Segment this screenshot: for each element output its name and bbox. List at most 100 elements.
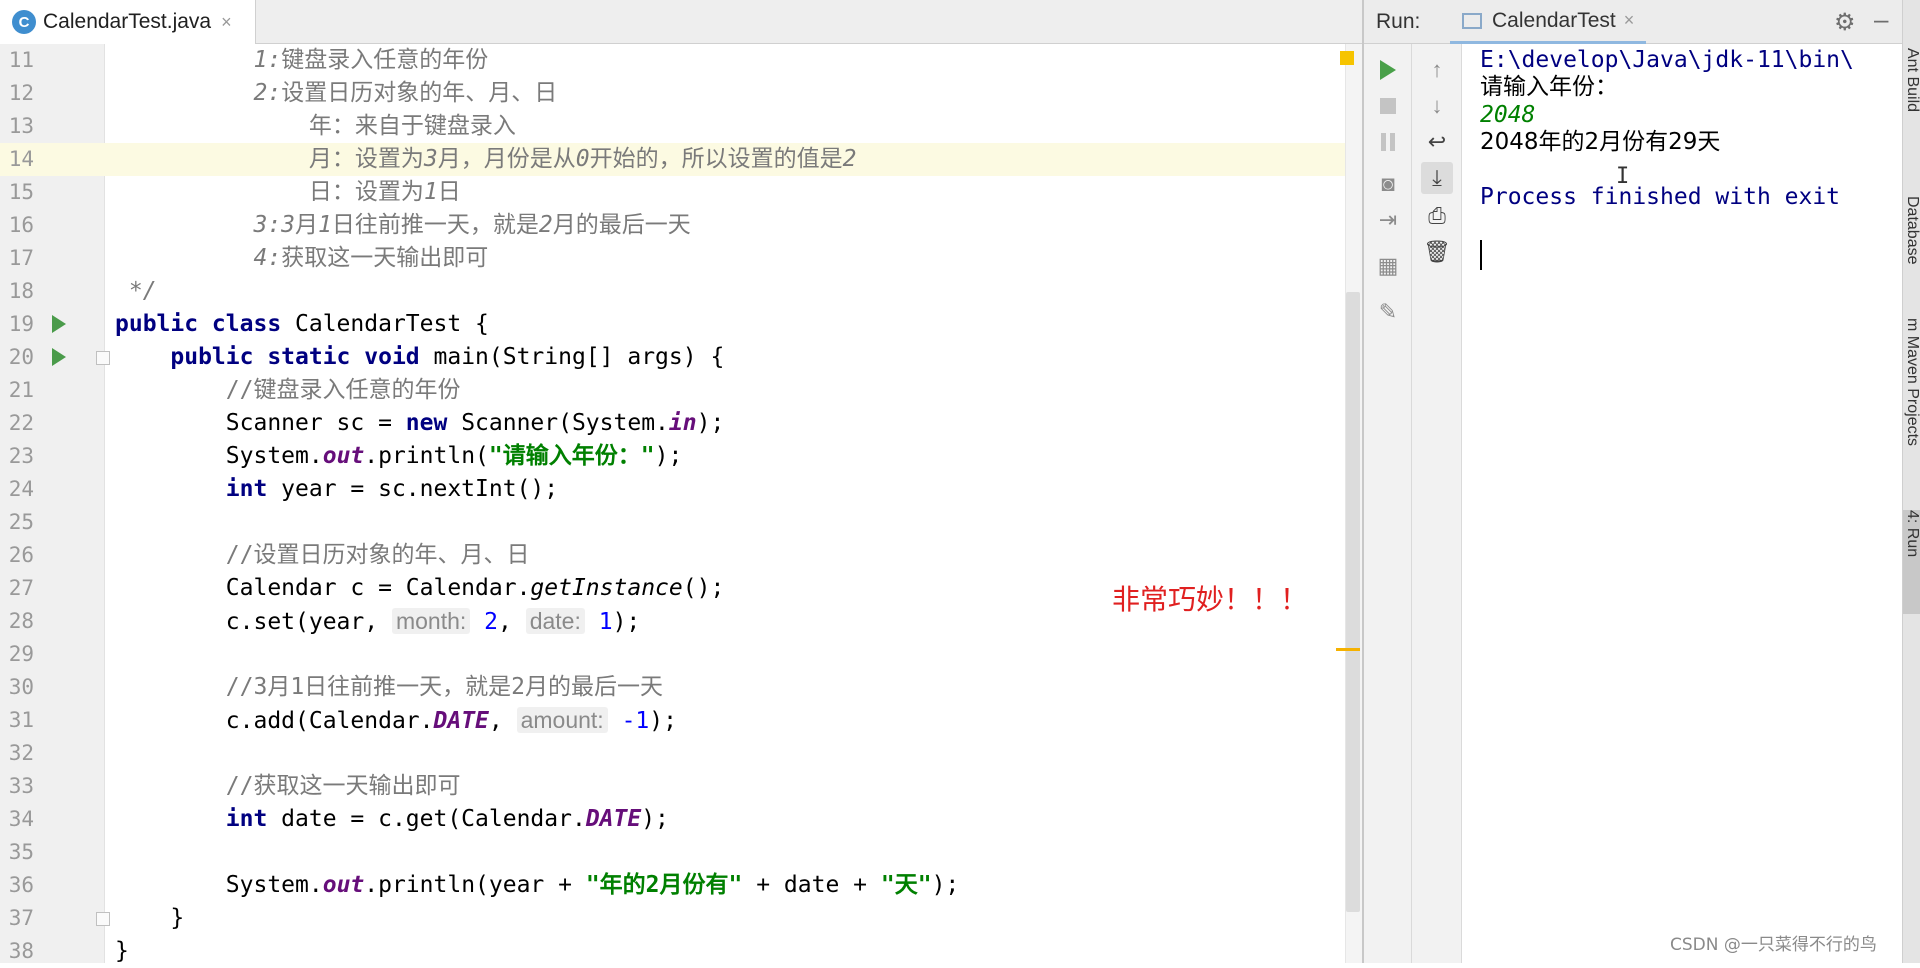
- run-tab-calendartest[interactable]: CalendarTest ×: [1450, 0, 1647, 44]
- run-tool-tab[interactable]: 4: Run: [1903, 510, 1920, 614]
- console-output[interactable]: E:\develop\Java\jdk-11\bin\ 请输入年份： 2048 …: [1464, 44, 1864, 963]
- code-token: 日往前推一天，就是: [331, 212, 539, 238]
- code-line[interactable]: 14 月：设置为3月，月份是从0开始的，所以设置的值是2: [0, 143, 1362, 176]
- pin-icon[interactable]: ✎: [1372, 296, 1404, 328]
- line-number: 27: [8, 576, 34, 600]
- code-text: 1:键盘录入任意的年份: [115, 44, 488, 77]
- code-line[interactable]: 19 public class CalendarTest {: [0, 308, 1362, 341]
- code-line[interactable]: 30 //3月1日往前推一天，就是2月的最后一天: [0, 671, 1362, 704]
- code-line[interactable]: 26 //设置日历对象的年、月、日: [0, 539, 1362, 572]
- soft-wrap-icon[interactable]: ↩: [1421, 126, 1453, 158]
- layout-icon[interactable]: ▦: [1372, 250, 1404, 282]
- code-text: 3:3月1日往前推一天，就是2月的最后一天: [115, 209, 690, 242]
- code-line[interactable]: 13 年：来自于键盘录入: [0, 110, 1362, 143]
- code-token: 0: [575, 146, 590, 172]
- run-title: Run:: [1376, 10, 1421, 33]
- fold-marker-icon[interactable]: [96, 912, 110, 926]
- line-number: 33: [8, 774, 34, 798]
- code-token: 月，月份是从: [437, 146, 576, 172]
- minimize-icon[interactable]: –: [1874, 4, 1888, 35]
- code-text: */: [115, 275, 157, 308]
- code-line[interactable]: 23 System.out.println("请输入年份：");: [0, 440, 1362, 473]
- code-text: System.out.println(year + "年的2月份有" + dat…: [115, 869, 960, 902]
- code-line[interactable]: 15 日：设置为1日: [0, 176, 1362, 209]
- code-text: c.add(Calendar.DATE, amount: -1);: [115, 704, 677, 738]
- code-line[interactable]: 22 Scanner sc = new Scanner(System.in);: [0, 407, 1362, 440]
- editor-tab-calendartest[interactable]: C CalendarTest.java ×: [0, 0, 256, 44]
- code-token: 2: [538, 212, 553, 238]
- code-line[interactable]: 21 //键盘录入任意的年份: [0, 374, 1362, 407]
- code-line[interactable]: 37 }: [0, 902, 1362, 935]
- line-number: 18: [8, 279, 34, 303]
- code-token: ();: [682, 575, 725, 601]
- code-line[interactable]: 20 public static void main(String[] args…: [0, 341, 1362, 374]
- up-arrow-icon[interactable]: ↑: [1421, 54, 1453, 86]
- code-line[interactable]: 36 System.out.println(year + "年的2月份有" + …: [0, 869, 1362, 902]
- run-gutter-icon[interactable]: [52, 348, 66, 366]
- code-line[interactable]: 34 int date = c.get(Calendar.DATE);: [0, 803, 1362, 836]
- database-tab[interactable]: Database: [1903, 196, 1920, 286]
- camera-icon[interactable]: ◙: [1372, 168, 1404, 200]
- down-arrow-icon[interactable]: ↓: [1421, 90, 1453, 122]
- code-line[interactable]: 17 4:获取这一天输出即可: [0, 242, 1362, 275]
- line-number: 29: [8, 642, 34, 666]
- login-icon[interactable]: ⇥: [1372, 204, 1404, 236]
- maven-projects-tab[interactable]: m Maven Projects: [1903, 318, 1920, 488]
- code-token: ,: [488, 708, 517, 734]
- print-icon[interactable]: ⎙: [1421, 200, 1453, 232]
- code-line[interactable]: 29: [0, 638, 1362, 671]
- line-number: 38: [8, 939, 34, 963]
- code-line[interactable]: 24 int year = sc.nextInt();: [0, 473, 1362, 506]
- code-line[interactable]: 11 1:键盘录入任意的年份: [0, 44, 1362, 77]
- code-line[interactable]: 38}: [0, 935, 1362, 968]
- code-line[interactable]: 31 c.add(Calendar.DATE, amount: -1);: [0, 704, 1362, 737]
- gear-icon[interactable]: ⚙: [1834, 8, 1856, 37]
- code-text: 2:设置日历对象的年、月、日: [115, 77, 557, 110]
- run-icon[interactable]: [1372, 54, 1404, 86]
- line-number: 24: [8, 477, 34, 501]
- code-line[interactable]: 32: [0, 737, 1362, 770]
- parameter-hint: amount:: [516, 707, 608, 733]
- line-number: 11: [8, 48, 34, 72]
- code-text: public static void main(String[] args) {: [115, 341, 724, 374]
- code-line[interactable]: 33 //获取这一天输出即可: [0, 770, 1362, 803]
- code-line[interactable]: 16 3:3月1日往前推一天，就是2月的最后一天: [0, 209, 1362, 242]
- warning-marker-icon[interactable]: [1340, 51, 1354, 65]
- run-tool-window: Run: CalendarTest × ⚙ – ◙ ⇥ ▦ ✎ ↑ ↓ ↩ ⤓ …: [1362, 0, 1920, 963]
- editor-tab-label: CalendarTest.java: [43, 10, 212, 33]
- stop-icon[interactable]: [1372, 90, 1404, 122]
- close-tab-icon[interactable]: ×: [221, 12, 232, 33]
- code-token: //获取这一天输出即可: [225, 773, 461, 799]
- run-tab-label: CalendarTest: [1492, 8, 1616, 32]
- run-toolbar-right: ↑ ↓ ↩ ⤓ ⎙ 🗑: [1412, 44, 1462, 963]
- code-text: 4:获取这一天输出即可: [115, 242, 488, 275]
- code-line[interactable]: 25: [0, 506, 1362, 539]
- code-text: //3月1日往前推一天，就是2月的最后一天: [115, 671, 663, 704]
- parameter-hint: date:: [525, 608, 585, 634]
- code-text: //设置日历对象的年、月、日: [115, 539, 530, 572]
- close-run-tab-icon[interactable]: ×: [1624, 10, 1635, 31]
- caret-position-marker: [1336, 648, 1360, 651]
- code-line[interactable]: 35: [0, 836, 1362, 869]
- line-number: 32: [8, 741, 34, 765]
- fold-marker-icon[interactable]: [96, 351, 110, 365]
- ant-build-tab[interactable]: Ant Build: [1903, 48, 1920, 138]
- code-token: "年的2月份有": [585, 872, 743, 898]
- code-token: public static void: [170, 344, 434, 370]
- pause-icon[interactable]: [1372, 126, 1404, 158]
- scroll-to-end-icon[interactable]: ⤓: [1421, 162, 1453, 194]
- code-line[interactable]: 18 */: [0, 275, 1362, 308]
- code-editor[interactable]: C CalendarTest.java × 11 1:键盘录入任意的年份 12 2…: [0, 0, 1362, 964]
- code-token: 年：来自于键盘录入: [115, 113, 516, 139]
- run-header: Run: CalendarTest × ⚙ –: [1364, 0, 1920, 44]
- console-finished-line: Process finished with exit: [1480, 184, 1841, 210]
- code-line[interactable]: 12 2:设置日历对象的年、月、日: [0, 77, 1362, 110]
- editor-scrollbar[interactable]: [1346, 292, 1360, 912]
- trash-icon[interactable]: 🗑: [1421, 236, 1453, 268]
- run-gutter-icon[interactable]: [52, 315, 66, 333]
